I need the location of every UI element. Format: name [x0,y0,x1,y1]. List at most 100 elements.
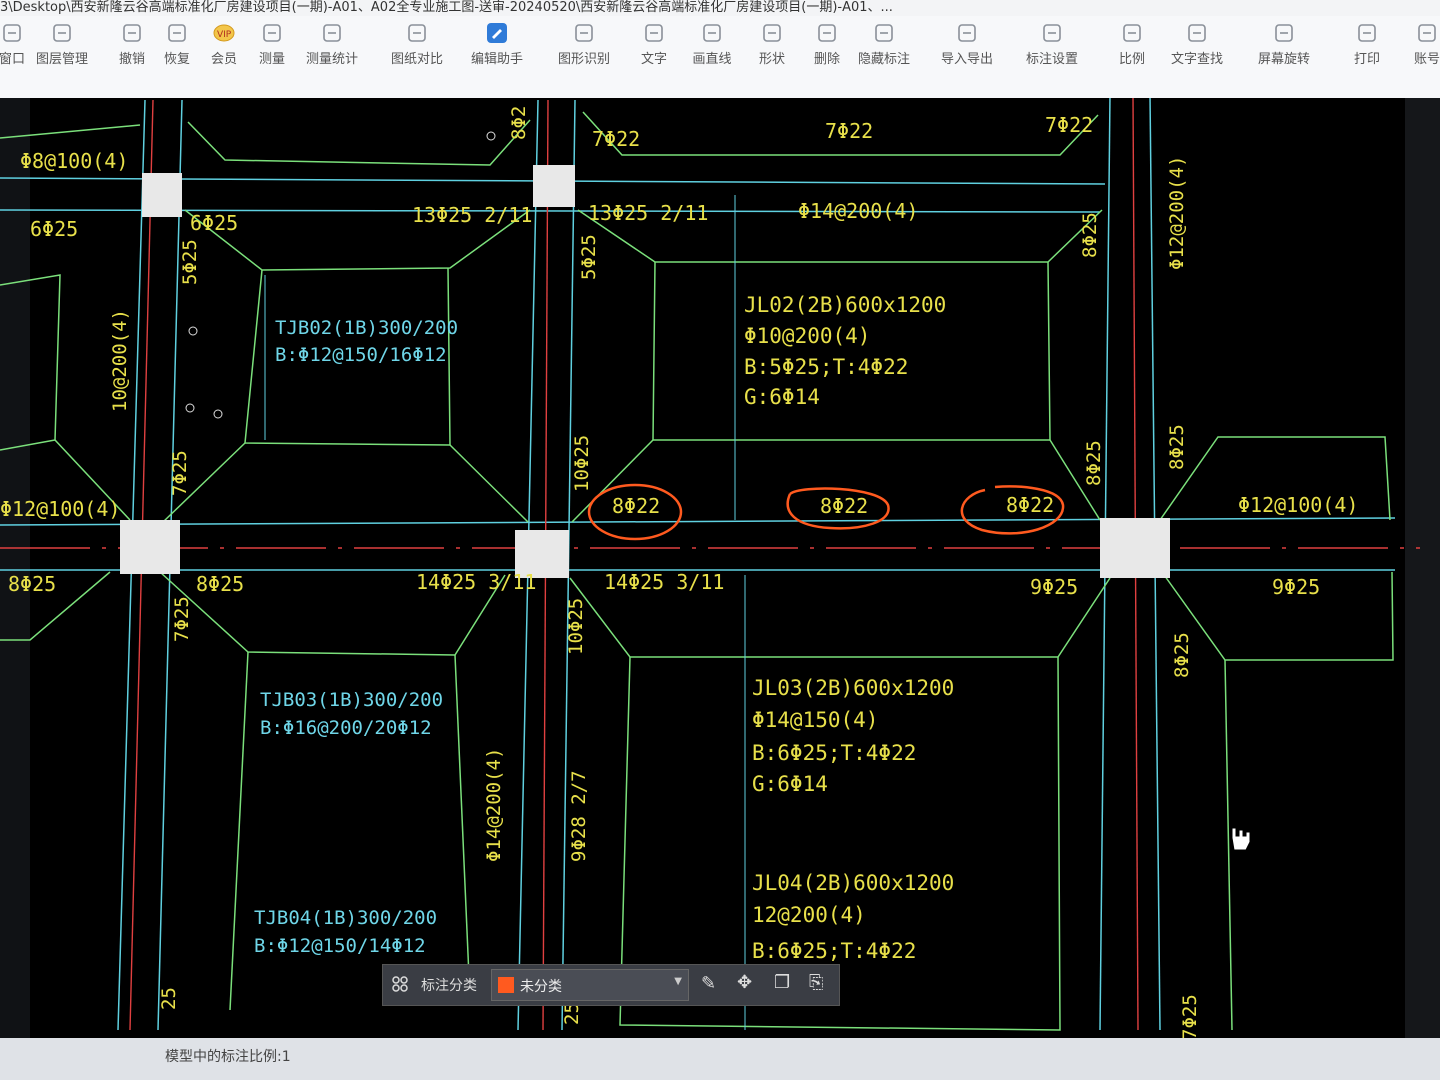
hide-icon [875,24,893,42]
text-search-icon [1188,24,1206,42]
toolbar-button-rotate-screen[interactable]: 屏幕旋转 [1252,22,1316,67]
toolbar-button-label: 图纸对比 [390,52,443,67]
toolbar-button-label: 导入导出 [940,52,993,67]
rebar-label: 5Φ25 [578,234,600,280]
status-bar: 模型中的标注比例:1 [0,1038,1440,1080]
rebar-label-circled: 8Φ22 [820,494,868,518]
toolbar-button-import-export[interactable]: 导入导出 [935,22,999,67]
toolbar-button-shape-recognize[interactable]: 图形识别 [552,22,616,67]
rebar-label: Φ12@100(4) [1238,493,1358,517]
rebar-label: 7Φ22 [1045,113,1093,137]
beam-note-line: G:6Φ14 [752,772,828,796]
toolbar-button-label: 删除 [813,52,840,67]
rebar-label: 13Φ25 2/11 [412,203,532,227]
toolbar-button-hide[interactable]: 隐藏标注 [852,22,916,67]
grid-icon[interactable] [391,975,409,993]
scale-icon [1123,24,1141,42]
paste-icon[interactable]: ⎘ [809,972,823,993]
rebar-label: 9Φ28 2/7 [568,770,590,862]
rebar-label: 13Φ25 2/11 [588,201,708,225]
rebar-label: 10Φ25 [571,435,593,492]
undo-icon [123,24,141,42]
toolbar-button-ruler[interactable]: 测量 [240,22,304,67]
beam-note-line: 12@200(4) [752,903,866,927]
rebar-label: 14Φ25 3/11 [416,570,536,594]
cad-canvas[interactable]: Φ8@100(4) 6Φ25 6Φ25 13Φ25 2/11 13Φ25 2/1… [0,94,1440,1040]
rebar-label: Φ12@100(4) [0,497,120,521]
rebar-label-circled: 8Φ22 [612,494,660,518]
rebar-label: 8Φ2 [508,106,530,140]
rebar-label: 8Φ25 [8,572,56,596]
measure-stats-icon [323,24,341,42]
rebar-label: 10Φ25 [565,598,587,655]
rebar-label: 8Φ25 [1083,440,1105,486]
category-select[interactable]: 未分类 ▼ [491,969,689,1001]
category-selected-text: 未分类 [520,979,562,995]
rebar-label: 8Φ25 [1079,212,1101,258]
annotation-settings-icon [1043,24,1061,42]
toolbar-button-compare[interactable]: 图纸对比 [385,22,449,67]
toolbar-button-scale[interactable]: 比例 [1100,22,1164,67]
rotate-screen-icon [1275,24,1293,42]
rebar-label: 6Φ25 [30,217,78,241]
slab-note-line: B:Φ12@150/16Φ12 [275,344,447,366]
rebar-label: Φ12@200(4) [1166,156,1188,270]
text-icon [645,24,663,42]
annotation-category-bar: 标注分类 未分类 ▼ ✎ ✥ ❐ ⎘ [382,964,840,1006]
annotation-category-label: 标注分类 [421,978,477,994]
shape-recognize-icon [575,24,593,42]
move-icon[interactable]: ✥ [737,972,752,993]
toolbar-button-annotation-settings[interactable]: 标注设置 [1020,22,1084,67]
rebar-label: 8Φ25 [1166,424,1188,470]
toolbar-button-account[interactable]: 账号 [1395,22,1440,67]
rebar-label: 7Φ25 [1179,994,1201,1038]
rebar-label: 6Φ25 [190,211,238,235]
toolbar-button-eraser[interactable]: 删除 [795,22,859,67]
toolbar-button-text[interactable]: 文字 [622,22,686,67]
print-icon [1358,24,1376,42]
eraser-icon [818,24,836,42]
chevron-down-icon: ▼ [674,976,682,987]
rebar-label: 7Φ25 [171,596,193,642]
beam-note-line: Φ10@200(4) [744,324,870,348]
svg-text:VIP: VIP [217,30,232,40]
rebar-label: 5Φ25 [179,239,201,285]
beam-note-line: G:6Φ14 [744,385,820,409]
slab-note-line: TJB03(1B)300/200 [260,689,443,711]
copy-icon[interactable]: ❐ [774,972,790,993]
shape-icon [763,24,781,42]
vip-icon: VIP [213,24,235,42]
rebar-label: 10@200(4) [109,309,131,412]
toolbar-button-label: 标注设置 [1025,52,1078,67]
compare-icon [408,24,426,42]
slab-note-line: B:Φ12@150/14Φ12 [254,935,426,957]
annotation-scale-text: 模型中的标注比例:1 [165,1049,291,1065]
drawing-svg: Φ8@100(4) 6Φ25 6Φ25 13Φ25 2/11 13Φ25 2/1… [0,94,1440,1040]
slab-note-line: TJB04(1B)300/200 [254,907,437,929]
toolbar-button-edit-assistant[interactable]: 编辑助手 [465,22,529,67]
toolbar-button-text-search[interactable]: 文字查找 [1165,22,1229,67]
window-title: 3\Desktop\西安新隆云谷高端标准化厂房建设项目(一期)-A01、A02全… [0,0,1440,16]
rebar-label: Φ14@200(4) [483,748,505,862]
toolbar-button-label: 隐藏标注 [857,52,910,67]
beam-note-line: JL04(2B)600x1200 [752,871,954,895]
toolbar-button-label: 打印 [1353,52,1380,67]
toolbar-button-label: 图形识别 [557,52,610,67]
account-icon [1418,24,1436,42]
toolbar-button-measure-stats[interactable]: 测量统计 [300,22,364,67]
toolbar-button-layers[interactable]: 图层管理 [30,22,94,67]
rebar-label: 8Φ25 [1171,632,1193,678]
toolbar-button-line[interactable]: 画直线 [680,22,744,67]
edit-icon[interactable]: ✎ [701,973,716,994]
beam-note-line: Φ14@150(4) [752,708,878,732]
import-export-icon [958,24,976,42]
toolbar-button-print[interactable]: 打印 [1335,22,1399,67]
rebar-label: 7Φ25 [169,450,191,496]
beam-note-line: JL03(2B)600x1200 [752,676,954,700]
toolbar-button-label: 测量统计 [305,52,358,67]
toolbar-button-label: 账号 [1413,52,1440,67]
rebar-label: 7Φ22 [592,127,640,151]
rebar-label: 14Φ25 3/11 [604,570,724,594]
category-color-swatch [498,977,514,993]
beam-note-line: B:6Φ25;T:4Φ22 [752,741,916,765]
